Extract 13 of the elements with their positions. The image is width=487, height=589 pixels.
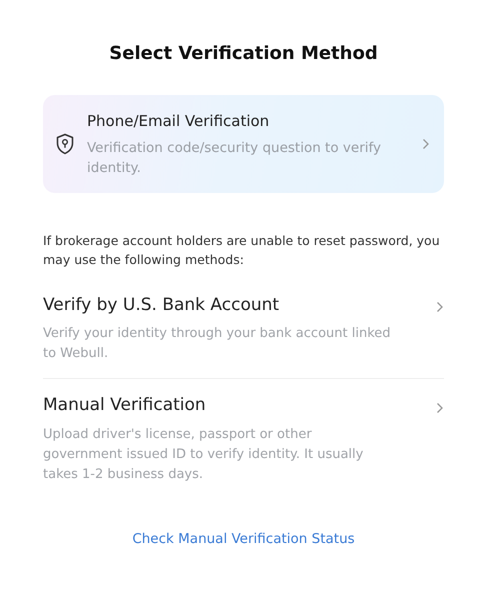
method-description: Upload driver's license, passport or other government issued ID to verify identity. It usually takes 1-2 business days.	[43, 426, 364, 484]
method-option[interactable]: Manual Verification Upload driver's license, passport or other government issued ID to verify identity. It usually takes 1-2 business days.	[43, 378, 444, 498]
phone-email-option[interactable]: Phone/Email Verification Verification code/security question to verify identity.	[43, 95, 444, 192]
option-description: Verification code/security question to verify identity.	[87, 138, 382, 178]
option-title: Phone/Email Verification	[87, 111, 270, 132]
status-link[interactable]: Check Manual Verification Status	[43, 528, 444, 549]
method-title: Manual Verification	[43, 394, 207, 417]
method-option[interactable]: Verify by U.S. Bank Account Verify your identity through your bank account linked to Webull.	[43, 292, 444, 378]
method-description: Verify your identity through your bank account linked to Webull.	[43, 325, 392, 363]
shield-icon	[55, 132, 75, 155]
info-text: If brokerage account holders are unable to reset password, you may use the following methods:	[43, 232, 441, 268]
method-title: Verify by U.S. Bank Account	[43, 294, 280, 316]
page-title: Select Verification Method	[108, 42, 379, 66]
